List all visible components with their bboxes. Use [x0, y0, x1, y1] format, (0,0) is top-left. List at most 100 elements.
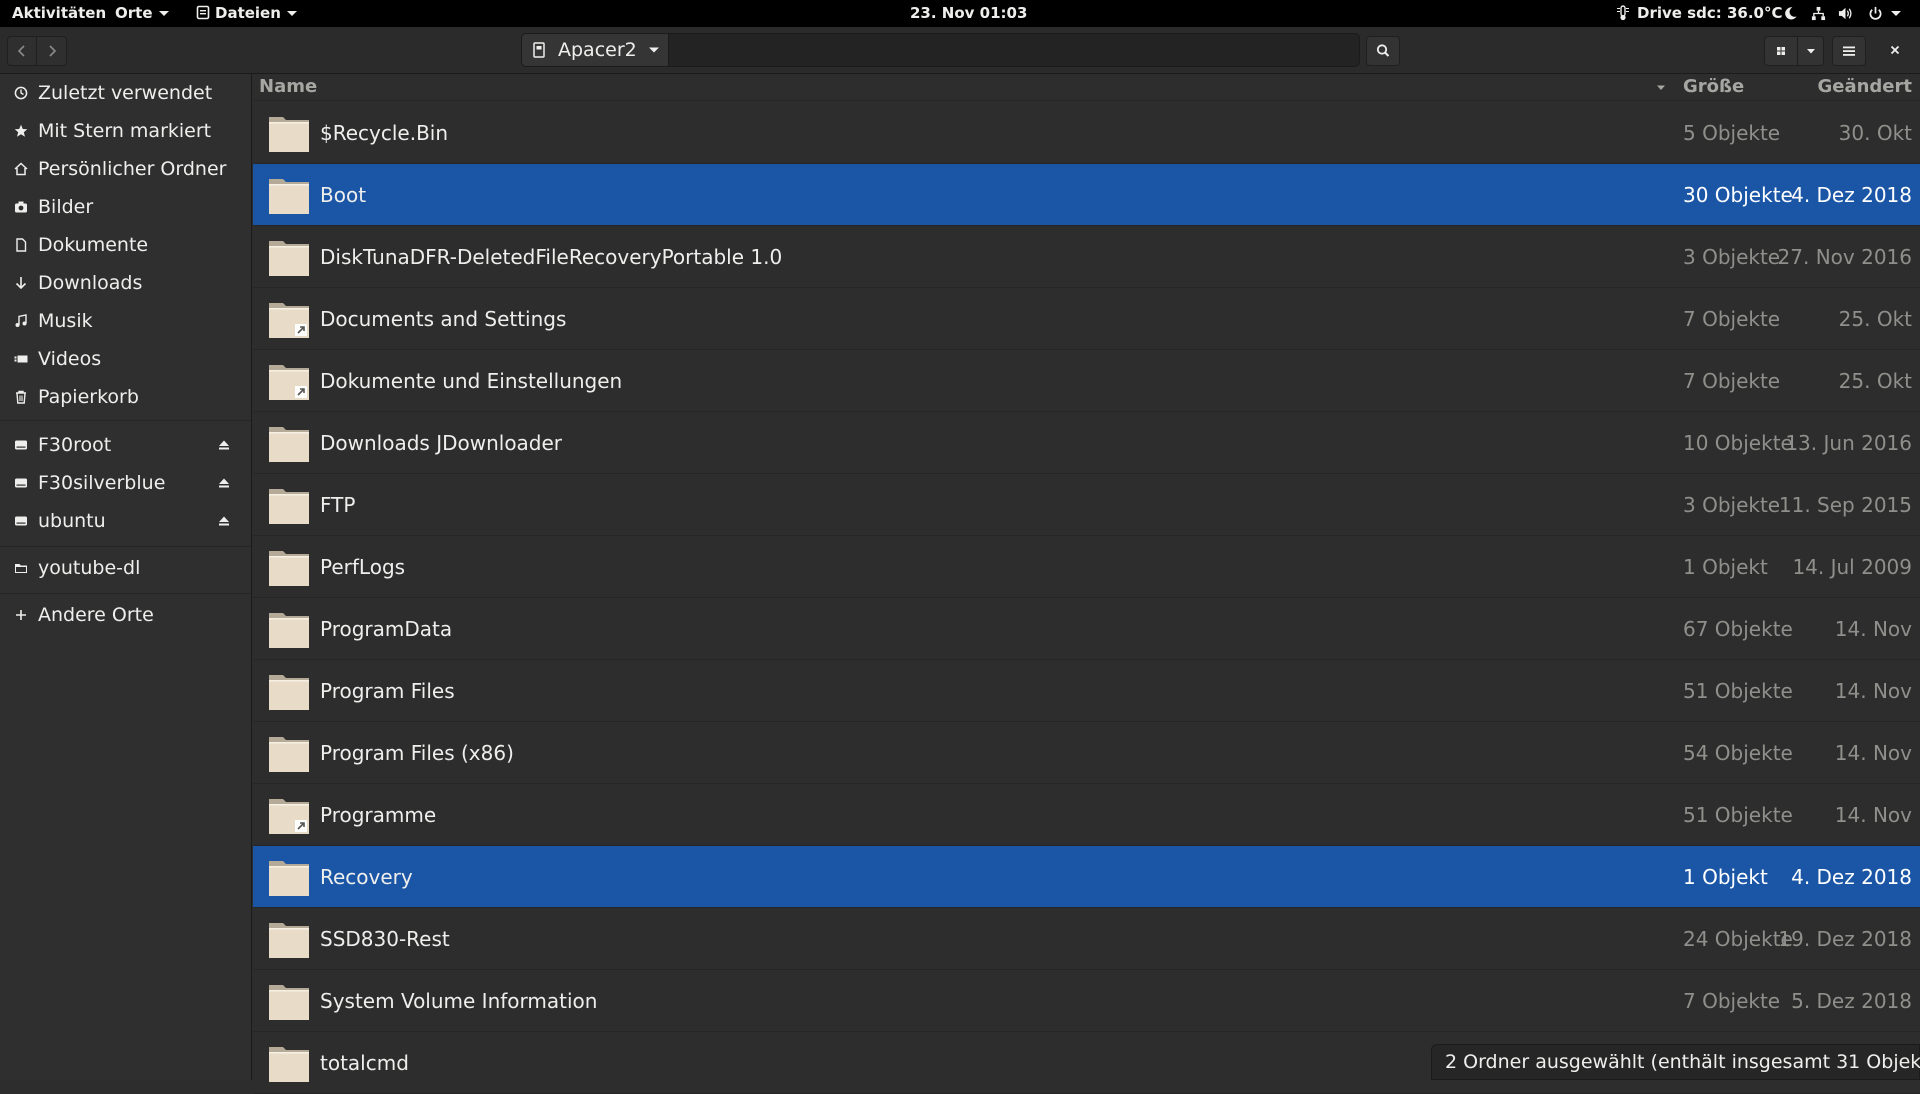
- recent-icon: [14, 86, 28, 100]
- file-row[interactable]: Program Files 51 Objekte 14. Nov: [253, 660, 1920, 722]
- folder-icon: [269, 1047, 309, 1082]
- file-modified: 14. Jul 2009: [1792, 555, 1912, 579]
- file-modified: 25. Okt: [1838, 369, 1912, 393]
- column-modified-header[interactable]: Geändert: [1817, 74, 1912, 100]
- file-modified: 4. Dez 2018: [1791, 183, 1912, 207]
- file-row[interactable]: DiskTunaDFR-DeletedFileRecoveryPortable …: [253, 226, 1920, 288]
- file-size: 7 Objekte: [1683, 369, 1781, 393]
- file-name: Boot: [320, 183, 367, 207]
- sidebar: Zuletzt verwendet Mit Stern markiert Per…: [0, 74, 252, 1080]
- eject-icon[interactable]: [218, 515, 230, 527]
- file-row[interactable]: Program Files (x86) 54 Objekte 14. Nov: [253, 722, 1920, 784]
- view-options-button[interactable]: [1798, 36, 1824, 66]
- chevron-right-icon: [48, 45, 56, 57]
- file-size: 54 Objekte: [1683, 741, 1793, 765]
- network-icon[interactable]: [1811, 6, 1826, 21]
- file-row[interactable]: Boot 30 Objekte 4. Dez 2018: [253, 164, 1920, 226]
- eject-icon[interactable]: [218, 439, 230, 451]
- file-size: 1 Objekt: [1683, 555, 1768, 579]
- night-light-icon[interactable]: [1783, 6, 1798, 21]
- location-bar[interactable]: Apacer2: [521, 33, 1360, 67]
- video-icon: [14, 355, 28, 363]
- sidebar-item-music[interactable]: Musik: [0, 302, 251, 340]
- sidebar-item-videos[interactable]: Videos: [0, 340, 251, 378]
- trash-icon: [16, 390, 26, 404]
- sidebar-item-label: Dokumente: [38, 234, 149, 256]
- folder-icon: [269, 117, 309, 152]
- sidebar-item-home[interactable]: Persönlicher Ordner: [0, 150, 251, 188]
- file-row[interactable]: System Volume Information 7 Objekte 5. Dez…: [253, 970, 1920, 1032]
- menu-button[interactable]: [1832, 36, 1866, 66]
- sidebar-item-downloads[interactable]: Downloads: [0, 264, 251, 302]
- sidebar-item-other-locations[interactable]: Andere Orte: [0, 596, 251, 634]
- grid-view-button[interactable]: [1764, 36, 1798, 66]
- sidebar-item-drive-f30silverblue[interactable]: F30silverblue: [0, 464, 251, 502]
- file-row[interactable]: FTP 3 Objekte 11. Sep 2015: [253, 474, 1920, 536]
- folder-link-icon: [269, 799, 309, 834]
- sort-descending-icon[interactable]: [1655, 82, 1667, 94]
- sidebar-item-starred[interactable]: Mit Stern markiert: [0, 112, 251, 150]
- file-modified: 14. Nov: [1834, 617, 1912, 641]
- file-list: Name Größe Geändert $Recycle.Bin 5 Objekt…: [253, 74, 1920, 1094]
- file-row[interactable]: Documents and Settings 7 Objekte 25. Okt: [253, 288, 1920, 350]
- file-row[interactable]: Downloads JDownloader 10 Objekte 13. Jun 2…: [253, 412, 1920, 474]
- folder-icon: [269, 551, 309, 586]
- eject-icon[interactable]: [218, 477, 230, 489]
- file-row[interactable]: $Recycle.Bin 5 Objekte 30. Okt: [253, 102, 1920, 164]
- file-size: 10 Objekte: [1683, 431, 1793, 455]
- power-icon[interactable]: [1868, 6, 1883, 21]
- file-name: SSD830-Rest: [320, 927, 450, 951]
- file-row[interactable]: SSD830-Rest 24 Objekte 19. Dez 2018: [253, 908, 1920, 970]
- path-segment-current[interactable]: Apacer2: [522, 34, 669, 66]
- chevron-left-icon: [17, 45, 25, 57]
- file-modified: 14. Nov: [1834, 679, 1912, 703]
- sidebar-item-label: F30silverblue: [38, 472, 166, 494]
- volume-icon[interactable]: [1838, 6, 1853, 21]
- chevron-down-icon: [1806, 49, 1815, 54]
- sidebar-item-label: F30root: [38, 434, 112, 456]
- drive-temperature[interactable]: Drive sdc: 36.0°C: [1615, 0, 1782, 27]
- file-row[interactable]: Dokumente und Einstellungen 7 Objekte 25. …: [253, 350, 1920, 412]
- app-menu[interactable]: Dateien: [196, 0, 297, 27]
- column-name-header[interactable]: Name: [259, 74, 317, 100]
- folder-icon: [269, 241, 309, 276]
- file-name: $Recycle.Bin: [320, 121, 449, 145]
- places-menu[interactable]: Orte: [115, 0, 169, 27]
- places-menu-label: Orte: [115, 4, 153, 22]
- file-row[interactable]: Recovery 1 Objekt 4. Dez 2018: [253, 846, 1920, 908]
- search-button[interactable]: [1366, 36, 1400, 66]
- sidebar-item-label: Andere Orte: [38, 604, 154, 626]
- sidebar-item-trash[interactable]: Papierkorb: [0, 378, 251, 416]
- sidebar-item-recent[interactable]: Zuletzt verwendet: [0, 74, 251, 112]
- sidebar-item-label: Persönlicher Ordner: [38, 158, 227, 180]
- thermometer-icon: [1617, 5, 1629, 21]
- file-name: Downloads JDownloader: [320, 431, 563, 455]
- sidebar-divider: [0, 420, 251, 421]
- sidebar-item-label: Musik: [38, 310, 93, 332]
- document-icon: [16, 238, 27, 252]
- file-row[interactable]: ProgramData 67 Objekte 14. Nov: [253, 598, 1920, 660]
- sidebar-item-pictures[interactable]: Bilder: [0, 188, 251, 226]
- forward-button[interactable]: [37, 36, 67, 66]
- sidebar-item-drive-f30root[interactable]: F30root: [0, 426, 251, 464]
- file-row[interactable]: PerfLogs 1 Objekt 14. Jul 2009: [253, 536, 1920, 598]
- back-button[interactable]: [7, 36, 37, 66]
- sidebar-item-drive-ubuntu[interactable]: ubuntu: [0, 502, 251, 540]
- sidebar-item-bookmark-youtube-dl[interactable]: youtube-dl: [0, 549, 251, 587]
- file-size: 24 Objekte: [1683, 927, 1793, 951]
- close-button[interactable]: [1878, 36, 1912, 66]
- file-row[interactable]: Programme 51 Objekte 14. Nov: [253, 784, 1920, 846]
- clock[interactable]: 23. Nov 01:03: [910, 0, 1027, 27]
- hard-drive-icon: [15, 516, 27, 526]
- file-modified: 14. Nov: [1834, 741, 1912, 765]
- download-icon: [15, 277, 27, 290]
- star-icon: [14, 124, 28, 137]
- hard-drive-icon: [15, 440, 27, 450]
- chevron-down-icon: [649, 47, 659, 53]
- activities-button[interactable]: Aktivitäten: [12, 0, 106, 27]
- sidebar-item-documents[interactable]: Dokumente: [0, 226, 251, 264]
- column-size-header[interactable]: Größe: [1683, 74, 1744, 100]
- folder-icon: [269, 985, 309, 1020]
- file-size: 1 Objekt: [1683, 865, 1768, 889]
- system-menu-chevron-icon[interactable]: [1891, 11, 1901, 16]
